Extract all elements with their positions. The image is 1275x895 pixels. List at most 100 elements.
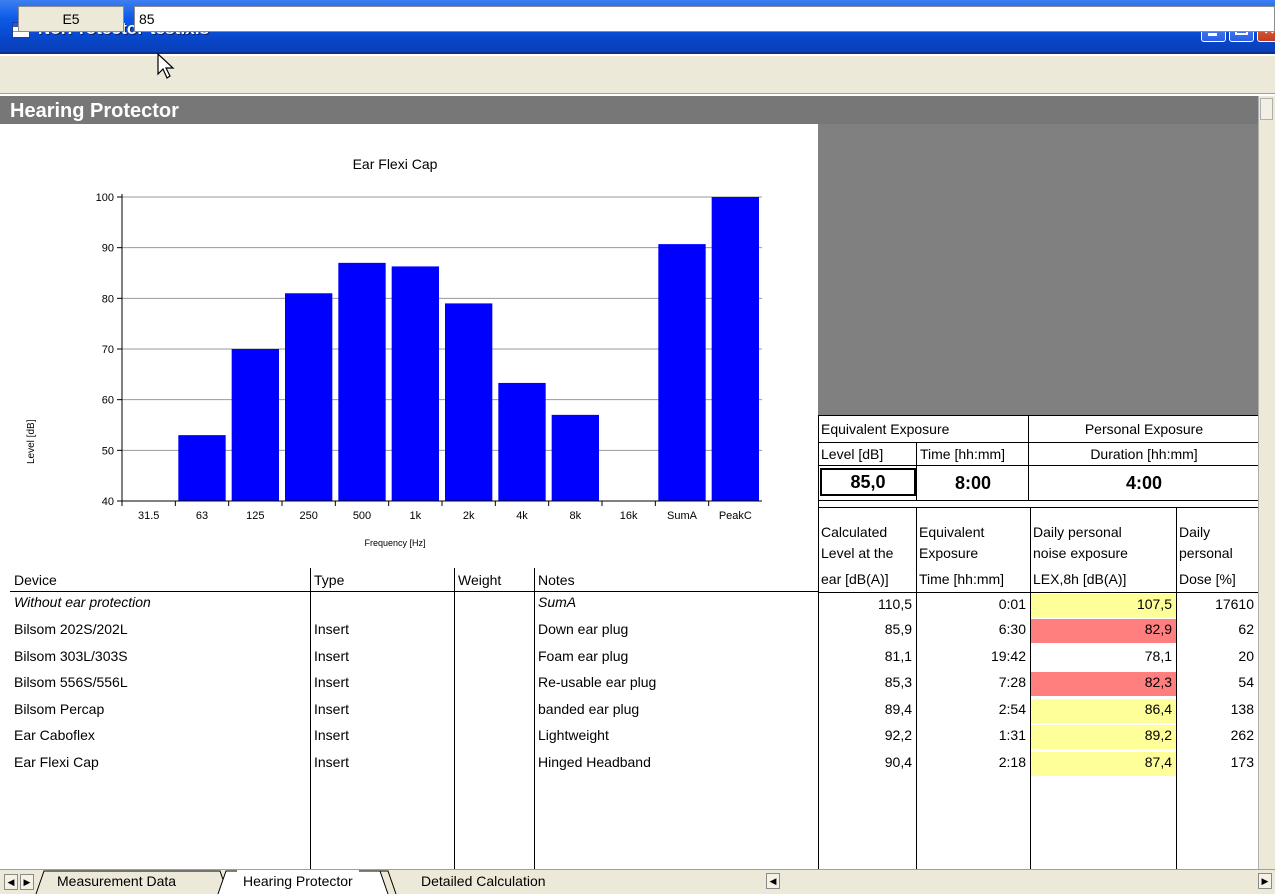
y-tick-label: 50 (102, 445, 114, 457)
exposure-row-dose: 173 (1230, 754, 1254, 770)
level-input[interactable]: 85,0 (820, 468, 916, 496)
dose-header-3: Dose [%] (1179, 571, 1236, 587)
sheet-title: Hearing Protector (10, 100, 179, 122)
exposure-row-dose: 54 (1238, 674, 1254, 690)
formula-input[interactable]: 85 (134, 6, 1275, 32)
exposure-row-level: 85,3 (884, 674, 912, 690)
device-row-type: Insert (314, 754, 350, 770)
empty-grey-area (818, 124, 1258, 415)
level-chart: Ear Flexi Cap Level [dB] Frequency [Hz] … (10, 124, 818, 566)
exposure-row-lex: 87,4 (1144, 754, 1172, 770)
calc-header-3: ear [dB(A)] (821, 571, 889, 587)
vertical-scrollbar[interactable] (1258, 96, 1275, 869)
exposure-row-time: 6:30 (998, 621, 1026, 637)
horizontal-scrollbar[interactable]: ◀ ▶ (766, 869, 1275, 894)
tab-detailed-calculation[interactable]: Detailed Calculation (403, 870, 564, 894)
exposure-row-lex: 82,3 (1144, 674, 1172, 690)
exposure-row-dose: 262 (1230, 727, 1254, 743)
mouse-cursor-icon (157, 52, 175, 79)
exposure-row-time: 2:18 (998, 754, 1026, 770)
x-tick-label: 2k (463, 510, 475, 522)
x-tick-label: 16k (620, 510, 638, 522)
device-row-device: Bilsom 303L/303S (14, 648, 128, 664)
calc-header-2: Level at the (821, 545, 894, 561)
y-tick-label: 70 (102, 344, 114, 356)
header-device: Device (10, 568, 310, 592)
header-type: Type (310, 568, 454, 592)
exposure-row-level: 89,4 (884, 701, 912, 717)
personal-exposure-header: Personal Exposure (1084, 421, 1204, 437)
eq-header-2: Exposure (919, 545, 979, 561)
formula-bar (0, 56, 1275, 94)
duration-input[interactable]: 4:00 (1030, 473, 1258, 494)
device-row-type: Insert (314, 727, 350, 743)
exposure-row-time: 1:31 (998, 727, 1026, 743)
chart-plot-area: 40 50 60 70 80 90 100 31.5 63 125 250 500 1k 2k 4k 8k 16… (96, 192, 762, 522)
tab-measurement-data[interactable]: Measurement Data (39, 870, 194, 894)
device-row-type: Insert (314, 674, 350, 690)
time-input[interactable]: 8:00 (918, 473, 1028, 494)
device-row-device: Bilsom 556S/556L (14, 674, 128, 690)
exposure-table: Equivalent Exposure Personal Exposure Le… (818, 415, 1258, 869)
eq-header-1: Equivalent (919, 524, 985, 540)
exposure-row-dose: 17610 (1215, 596, 1254, 612)
scroll-up-button[interactable] (1260, 98, 1273, 120)
device-row-device: Bilsom 202S/202L (14, 621, 128, 637)
name-box[interactable]: E5 (18, 6, 124, 32)
bar-8k (551, 414, 599, 501)
bar-500 (338, 262, 386, 501)
dose-header-1: Daily (1179, 524, 1211, 540)
x-tick-label: 125 (246, 510, 264, 522)
level-label: Level [dB] (821, 446, 884, 462)
calc-header-1: Calculated (821, 524, 888, 540)
header-notes: Notes (534, 568, 818, 592)
device-row-type: Insert (314, 701, 350, 717)
x-tick-label: 31.5 (138, 510, 159, 522)
y-tick-label: 90 (102, 243, 114, 255)
header-weight: Weight (454, 568, 534, 592)
exposure-row-time: 0:01 (998, 596, 1026, 612)
device-row-notes: Hinged Headband (538, 754, 651, 770)
device-row-device: Without ear protection (14, 594, 151, 610)
device-row-notes: SumA (538, 594, 577, 610)
exposure-row-time: 7:28 (998, 674, 1026, 690)
device-row-type: Insert (314, 648, 350, 664)
exposure-row-dose: 138 (1230, 701, 1254, 717)
hscroll-right-button[interactable]: ▶ (1258, 873, 1272, 889)
hscroll-left-button[interactable]: ◀ (766, 873, 780, 889)
exposure-row-dose: 62 (1238, 621, 1254, 637)
y-tick-label: 40 (102, 496, 114, 508)
exposure-row-time: 2:54 (998, 701, 1026, 717)
exposure-row-time: 19:42 (990, 648, 1026, 664)
exposure-row-level: 85,9 (884, 621, 912, 637)
exposure-row-lex: 82,9 (1144, 621, 1172, 637)
device-row-notes: banded ear plug (538, 701, 640, 717)
lex-header-2: noise exposure (1033, 545, 1128, 561)
device-row-notes: Lightweight (538, 727, 609, 743)
exposure-row-dose: 20 (1238, 648, 1254, 664)
x-tick-label: 8k (570, 510, 582, 522)
bar-125 (231, 349, 279, 501)
device-row-device: Bilsom Percap (14, 701, 105, 717)
bar-SumA (658, 244, 706, 501)
x-tick-label: 4k (516, 510, 528, 522)
exposure-row-level: 92,2 (884, 727, 912, 743)
device-row-device: Ear Caboflex (14, 727, 95, 743)
device-table: Device Type Weight Notes Without ear pro… (10, 568, 818, 869)
lex-header-1: Daily personal (1033, 524, 1122, 540)
bar-2k (445, 303, 493, 501)
device-row-notes: Re-usable ear plug (538, 674, 657, 690)
bar-PeakC (711, 197, 759, 501)
device-row-device: Ear Flexi Cap (14, 754, 99, 770)
dose-header-2: personal (1179, 545, 1233, 561)
sheet-header-bar (0, 96, 1258, 124)
exposure-row-lex: 86,4 (1144, 701, 1172, 717)
exposure-row-level: 90,4 (884, 754, 912, 770)
equivalent-exposure-header: Equivalent Exposure (821, 421, 950, 437)
tab-hearing-protector[interactable]: Hearing Protector (237, 870, 359, 894)
y-tick-label: 60 (102, 395, 114, 407)
exposure-row-lex: 107,5 (1136, 596, 1172, 612)
x-tick-label: 63 (196, 510, 208, 522)
exposure-row-level: 81,1 (884, 648, 912, 664)
minimize-icon (1208, 33, 1217, 36)
